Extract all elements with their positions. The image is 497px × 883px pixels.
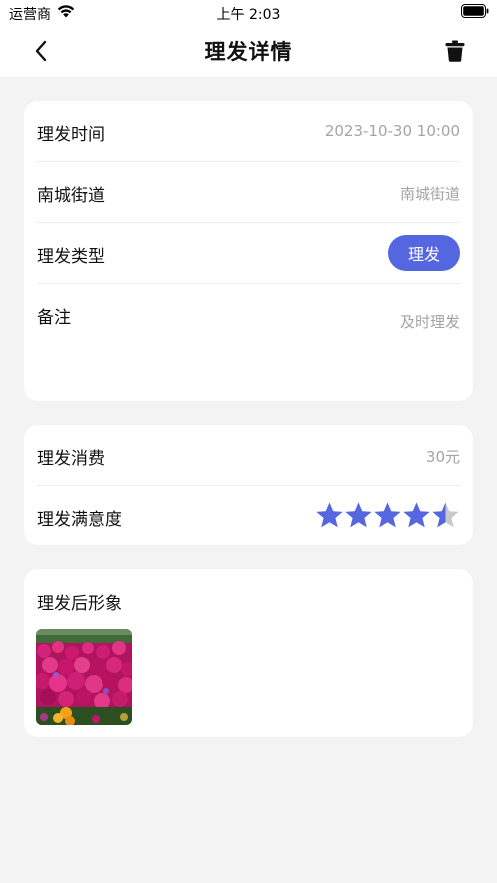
cost-value: 30元 (425, 448, 460, 466)
photo-card: 理发后形象 (24, 569, 473, 737)
location-value: 南城街道 (399, 185, 460, 203)
star-icon (316, 502, 343, 528)
trash-icon (445, 40, 465, 62)
time-row: 理发时间 2023-10-30 10:00 (37, 101, 460, 162)
stats-card: 理发消费 30元 理发满意度 (24, 425, 473, 545)
type-label: 理发类型 (37, 247, 105, 267)
navigation-bar: 理发详情 (0, 24, 497, 77)
type-badge: 理发 (388, 235, 460, 271)
star-icon (403, 502, 430, 528)
star-icon (374, 502, 401, 528)
star-icon (345, 502, 372, 528)
note-value: 及时理发 (399, 313, 460, 331)
battery-icon (461, 4, 489, 18)
satisfaction-row: 理发满意度 (37, 486, 460, 545)
satisfaction-rating (315, 501, 460, 531)
flower-photo-image (36, 629, 132, 725)
cost-row: 理发消费 30元 (37, 425, 460, 486)
location-row: 南城街道 南城街道 (37, 162, 460, 223)
note-row: 备注 及时理发 (37, 284, 460, 401)
page-title: 理发详情 (204, 40, 293, 64)
location-label: 南城街道 (37, 186, 105, 206)
pink-flowers-photo[interactable] (36, 629, 132, 725)
time-label: 理发时间 (37, 125, 105, 145)
delete-button[interactable] (441, 36, 469, 66)
time-value: 2023-10-30 10:00 (324, 122, 460, 140)
photo-title: 理发后形象 (37, 594, 122, 614)
note-label: 备注 (37, 308, 71, 328)
details-card: 理发时间 2023-10-30 10:00 南城街道 南城街道 理发类型 理发 … (24, 101, 473, 401)
satisfaction-label: 理发满意度 (37, 510, 122, 530)
star-icon (432, 502, 459, 528)
status-time: 上午 2:03 (216, 7, 281, 23)
top-bar: 运营商 上午 2:03 理发详情 (0, 0, 497, 77)
cost-label: 理发消费 (37, 449, 105, 469)
type-row: 理发类型 理发 (37, 223, 460, 284)
status-bar: 运营商 上午 2:03 (0, 0, 497, 24)
